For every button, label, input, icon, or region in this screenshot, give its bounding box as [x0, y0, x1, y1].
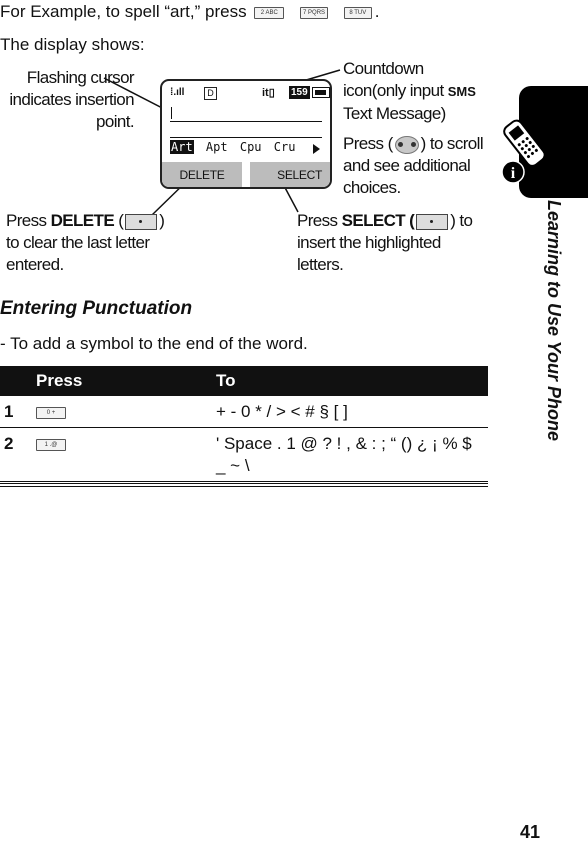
left-softkey-icon	[125, 213, 158, 230]
word-choices: Art Apt Cpu Cru	[170, 140, 300, 155]
softkey-gap	[242, 162, 250, 187]
it-text: it	[262, 87, 269, 99]
scroll-callout: Press ( ) to scroll and see additional ch…	[343, 133, 484, 199]
phone-info-icon: i	[501, 119, 546, 184]
digital-indicator: D	[204, 87, 217, 100]
callout-text: icon(only input	[343, 81, 444, 100]
nav-key-icon	[394, 135, 419, 154]
table-row: 2 1 .@ ' Space . 1 @ ? ! , & : ; “ () ¿ …	[0, 427, 488, 482]
row-key-cell: 1 .@	[36, 427, 216, 482]
countdown-icon: 159	[289, 86, 310, 99]
chapter-title: Learning to Use Your Phone	[540, 200, 564, 480]
callout-text: indicates insertion	[9, 90, 134, 109]
callout-text: point.	[96, 112, 135, 131]
divider	[170, 121, 322, 122]
delete-soft-label[interactable]: DELETE	[162, 162, 242, 187]
battery-icon	[312, 87, 330, 98]
choice-cpu[interactable]: Cpu	[240, 140, 262, 154]
delete-callout: Press DELETE () to clear the last letter…	[6, 210, 165, 276]
callout-text: Press	[297, 211, 338, 230]
callout-text: letters.	[297, 255, 344, 274]
callout-text: (	[118, 211, 124, 230]
choice-cru[interactable]: Cru	[274, 140, 296, 154]
cursor-callout: Flashing cursor indicates insertion poin…	[6, 67, 134, 133]
choice-apt[interactable]: Apt	[206, 140, 228, 154]
callout-text: )	[159, 211, 165, 230]
key-0-icon: 0 +	[36, 406, 66, 419]
callout-text: Press (	[343, 134, 393, 153]
callout-text: entered.	[6, 255, 64, 274]
callout-text: ) to	[450, 211, 473, 230]
callout-text: ) to scroll	[420, 134, 484, 153]
header-num	[0, 366, 36, 396]
callout-text: choices.	[343, 178, 401, 197]
table-row: 1 0 + + - 0 * / > < # § [ ]	[0, 396, 488, 428]
table-bottom-rule	[0, 483, 488, 487]
section-heading: Entering Punctuation	[0, 298, 193, 319]
text-input-icon: it▯	[262, 87, 275, 99]
signal-strength-icon: ⁞.ıll	[170, 87, 185, 98]
callout-text: and see additional	[343, 156, 471, 175]
divider	[170, 137, 322, 138]
callout-text: Countdown	[343, 59, 424, 78]
row-number: 1	[0, 396, 36, 428]
select-soft-label[interactable]: SELECT	[250, 162, 330, 187]
more-choices-arrow-icon	[313, 144, 320, 154]
text-cursor	[171, 107, 172, 119]
status-bar: ⁞.ıll D it▯ 159	[168, 85, 330, 101]
choice-art[interactable]: Art	[170, 140, 194, 154]
select-label: SELECT (	[341, 211, 415, 230]
callout-text: Flashing cursor	[26, 68, 135, 87]
sms-label: SMS	[447, 84, 476, 99]
callout-text: to clear the last letter	[6, 233, 150, 252]
callout-text: Press	[6, 211, 47, 230]
callout-text: insert the highlighted	[297, 233, 441, 252]
table-header: Press To	[0, 366, 488, 396]
page-number: 41	[520, 822, 541, 842]
header-to: To	[216, 366, 488, 396]
countdown-callout: Countdown icon(only input SMS Text Messa…	[343, 58, 476, 125]
row-number: 2	[0, 427, 36, 482]
delete-label: DELETE	[50, 211, 115, 230]
key-1-icon: 1 .@	[36, 438, 66, 451]
punctuation-table: Press To 1 0 + + - 0 * / > < # § [ ] 2 1…	[0, 366, 488, 482]
callout-text: Text Message)	[343, 104, 446, 123]
row-key-cell: 0 +	[36, 396, 216, 428]
right-softkey-icon	[416, 213, 449, 230]
svg-text:i: i	[511, 165, 516, 182]
row-symbols: + - 0 * / > < # § [ ]	[216, 396, 488, 428]
header-press: Press	[36, 366, 216, 396]
select-callout: Press SELECT ( ) to insert the highlighte…	[297, 210, 473, 276]
chapter-title-text: Learning to Use Your Phone	[544, 200, 564, 442]
phone-display: ⁞.ıll D it▯ 159 Art Apt Cpu Cru DELETE S…	[160, 79, 332, 189]
row-symbols: ' Space . 1 @ ? ! , & : ; “ () ¿ ¡ % $ _…	[216, 427, 488, 482]
section-description: - To add a symbol to the end of the word…	[0, 334, 308, 353]
